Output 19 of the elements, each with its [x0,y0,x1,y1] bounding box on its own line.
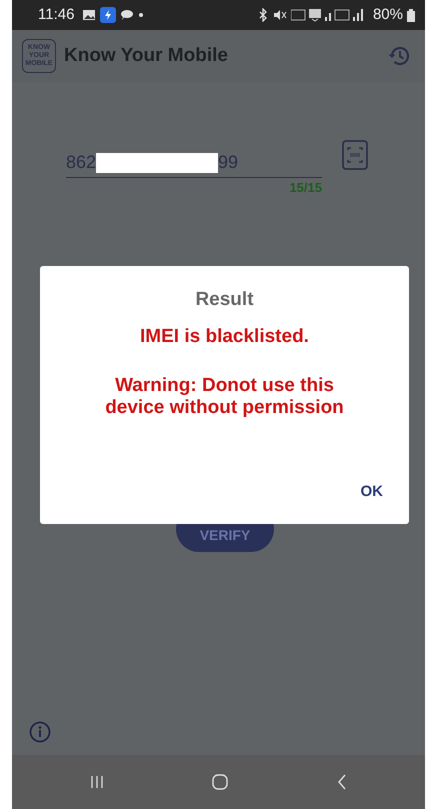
warning-message: Warning: Donot use this device without permission [104,375,345,419]
app-notification-icon [100,7,116,23]
dialog-title: Result [195,288,254,312]
back-icon[interactable] [336,773,348,791]
app-title: Know Your Mobile [64,44,228,68]
bluetooth-icon [256,8,269,22]
character-counter: 15/15 [288,179,322,197]
ok-button[interactable]: OK [354,480,389,504]
recent-apps-icon[interactable] [89,774,106,790]
info-icon[interactable] [29,721,51,743]
mute-icon [272,9,287,21]
gallery-icon [82,9,96,21]
home-icon[interactable] [211,773,230,791]
clock-text: 11:46 [38,4,74,25]
dot-icon [138,12,144,18]
result-message: IMEI is blacklisted. [140,324,309,348]
battery-icon [407,8,415,22]
battery-text: 80% [372,4,403,25]
chat-icon [120,9,134,21]
